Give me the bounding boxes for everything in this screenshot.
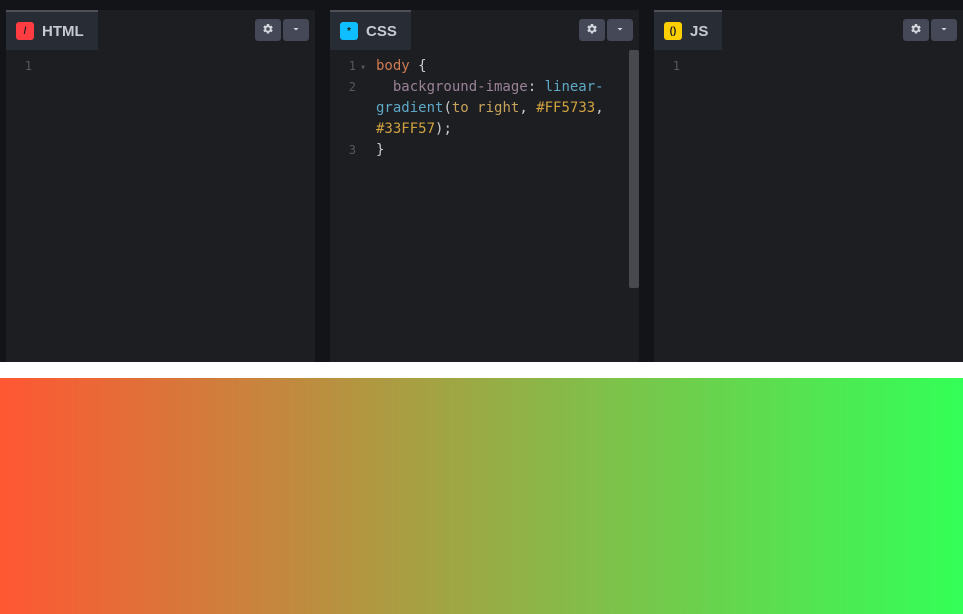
code-css[interactable]: body { background-image: linear-gradient…	[364, 50, 639, 362]
panel-css: * CSS 1 2 3 body { background-image: lin…	[330, 10, 639, 362]
gear-icon	[910, 23, 922, 38]
panel-html-dropdown-button[interactable]	[283, 19, 309, 41]
panel-js-dropdown-button[interactable]	[931, 19, 957, 41]
editor-js[interactable]: 1	[654, 50, 963, 362]
code-line: background-image: linear-gradient(to rig…	[376, 77, 631, 140]
line-number: 1	[654, 56, 680, 77]
gear-icon	[586, 23, 598, 38]
line-number: 2	[330, 77, 356, 98]
code-line: body {	[376, 56, 631, 77]
editor-css[interactable]: 1 2 3 body { background-image: linear-gr…	[330, 50, 639, 362]
code-html[interactable]	[40, 50, 315, 362]
scrollbar[interactable]	[629, 50, 639, 288]
panel-css-actions	[579, 19, 639, 41]
line-number: 1	[330, 56, 356, 77]
gutter-js: 1	[654, 50, 688, 362]
panel-html-title: HTML	[42, 23, 84, 40]
code-line: }	[376, 140, 631, 161]
panel-js-actions	[903, 19, 963, 41]
js-icon: ()	[664, 22, 682, 40]
editor-html[interactable]: 1	[6, 50, 315, 362]
gear-icon	[262, 23, 274, 38]
chevron-down-icon	[614, 23, 626, 38]
html-icon: /	[16, 22, 34, 40]
output-top-margin	[0, 362, 963, 378]
panel-html: / HTML 1	[6, 10, 315, 362]
gutter-html: 1	[6, 50, 40, 362]
panel-css-dropdown-button[interactable]	[607, 19, 633, 41]
panel-js-settings-button[interactable]	[903, 19, 929, 41]
panel-css-header: * CSS	[330, 10, 639, 50]
panel-css-settings-button[interactable]	[579, 19, 605, 41]
panel-html-header: / HTML	[6, 10, 315, 50]
code-js[interactable]	[688, 50, 963, 362]
panel-js-tab[interactable]: () JS	[654, 10, 722, 50]
code-line	[700, 98, 955, 119]
panel-html-settings-button[interactable]	[255, 19, 281, 41]
css-icon: *	[340, 22, 358, 40]
panel-js-title: JS	[690, 23, 708, 40]
panel-js-header: () JS	[654, 10, 963, 50]
editor-panels: / HTML 1 * CSS	[0, 10, 963, 362]
panel-html-actions	[255, 19, 315, 41]
gutter-css: 1 2 3	[330, 50, 364, 362]
panel-js: () JS 1	[654, 10, 963, 362]
output-preview	[0, 362, 963, 614]
code-line	[52, 98, 307, 119]
output-body	[0, 378, 963, 614]
panel-css-title: CSS	[366, 23, 397, 40]
chevron-down-icon	[290, 23, 302, 38]
line-number: 1	[6, 56, 32, 77]
line-number: 3	[330, 140, 356, 161]
panel-css-tab[interactable]: * CSS	[330, 10, 411, 50]
top-strip	[0, 0, 963, 10]
chevron-down-icon	[938, 23, 950, 38]
panel-html-tab[interactable]: / HTML	[6, 10, 98, 50]
